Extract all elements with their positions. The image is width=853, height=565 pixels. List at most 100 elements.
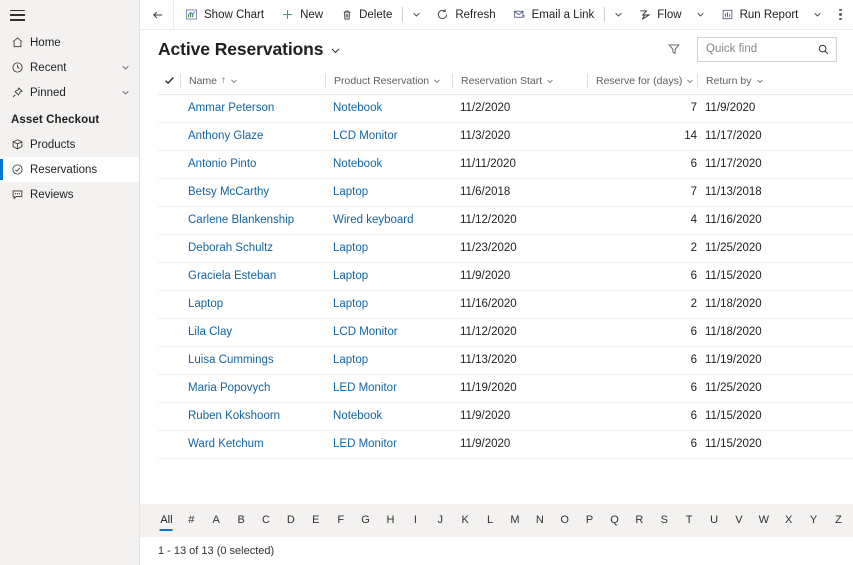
cell-product-reservation[interactable]: Laptop xyxy=(325,234,452,263)
table-row[interactable]: Ammar Peterson Notebook 11/2/2020 7 11/9/202… xyxy=(158,94,853,123)
email-a-link-button[interactable]: Email a Link xyxy=(504,0,603,29)
row-select-cell[interactable] xyxy=(158,290,180,319)
column-header-reserve-for-days[interactable]: Reserve for (days) xyxy=(587,68,697,95)
alpha-filter-c[interactable]: C xyxy=(254,513,279,528)
table-row[interactable]: Anthony Glaze LCD Monitor 11/3/2020 14 11/17… xyxy=(158,122,853,151)
row-select-cell[interactable] xyxy=(158,374,180,403)
cell-name-link[interactable]: Maria Popovych xyxy=(188,382,270,394)
cell-name[interactable]: Laptop xyxy=(180,290,325,319)
alpha-filter-a[interactable]: A xyxy=(204,513,229,528)
sidebar-item-reservations[interactable]: Reservations xyxy=(0,157,139,182)
filter-button[interactable] xyxy=(661,36,687,62)
cell-name-link[interactable]: Betsy McCarthy xyxy=(188,186,269,198)
table-row[interactable]: Luisa Cummings Laptop 11/13/2020 6 11/19/202… xyxy=(158,346,853,375)
alpha-filter-e[interactable]: E xyxy=(303,513,328,528)
column-header-product-reservation[interactable]: Product Reservation xyxy=(325,68,452,95)
cell-product-reservation-link[interactable]: Laptop xyxy=(333,354,368,366)
cell-product-reservation-link[interactable]: Laptop xyxy=(333,242,368,254)
cell-name-link[interactable]: Deborah Schultz xyxy=(188,242,273,254)
chevron-down-icon[interactable] xyxy=(119,63,131,72)
row-select-cell[interactable] xyxy=(158,318,180,347)
alpha-filter-s[interactable]: S xyxy=(652,513,677,528)
alpha-filter-v[interactable]: V xyxy=(726,513,751,528)
cell-product-reservation-link[interactable]: LED Monitor xyxy=(333,382,397,394)
table-row[interactable]: Betsy McCarthy Laptop 11/6/2018 7 11/13/2018 xyxy=(158,178,853,207)
table-row[interactable]: Ruben Kokshoorn Notebook 11/9/2020 6 11/15/2… xyxy=(158,402,853,431)
alpha-filter-d[interactable]: D xyxy=(278,513,303,528)
cell-product-reservation[interactable]: Laptop xyxy=(325,346,452,375)
column-header-return-by[interactable]: Return by xyxy=(697,68,853,95)
table-row[interactable]: Lila Clay LCD Monitor 11/12/2020 6 11/18/202… xyxy=(158,318,853,347)
cell-name[interactable]: Anthony Glaze xyxy=(180,122,325,151)
delete-dropdown-chevron[interactable] xyxy=(405,0,427,29)
cell-name[interactable]: Ruben Kokshoorn xyxy=(180,402,325,431)
cell-product-reservation-link[interactable]: Laptop xyxy=(333,186,368,198)
sidebar-item-home[interactable]: Home xyxy=(0,30,139,55)
cell-product-reservation[interactable]: Laptop xyxy=(325,290,452,319)
cell-product-reservation[interactable]: Laptop xyxy=(325,178,452,207)
chevron-down-icon[interactable] xyxy=(230,77,238,85)
cell-name[interactable]: Lila Clay xyxy=(180,318,325,347)
row-select-cell[interactable] xyxy=(158,430,180,459)
column-header-reservation-start[interactable]: Reservation Start xyxy=(452,68,587,95)
column-header-name[interactable]: Name ↑ xyxy=(180,68,325,95)
cell-name-link[interactable]: Lila Clay xyxy=(188,326,232,338)
cell-name[interactable]: Ammar Peterson xyxy=(180,94,325,123)
cell-name-link[interactable]: Graciela Esteban xyxy=(188,270,276,282)
cell-product-reservation[interactable]: Notebook xyxy=(325,150,452,179)
alpha-filter-g[interactable]: G xyxy=(353,513,378,528)
flow-dropdown-chevron[interactable] xyxy=(690,0,712,29)
table-row[interactable]: Carlene Blankenship Wired keyboard 11/12/2… xyxy=(158,206,853,235)
cell-name[interactable]: Antonio Pinto xyxy=(180,150,325,179)
back-button[interactable] xyxy=(142,0,174,29)
row-select-cell[interactable] xyxy=(158,150,180,179)
quick-find[interactable] xyxy=(697,36,837,62)
sidebar-item-pinned[interactable]: Pinned xyxy=(0,80,139,105)
alpha-filter-k[interactable]: K xyxy=(453,513,478,528)
row-select-cell[interactable] xyxy=(158,122,180,151)
cell-name[interactable]: Deborah Schultz xyxy=(180,234,325,263)
alpha-filter-r[interactable]: R xyxy=(627,513,652,528)
chevron-down-icon[interactable] xyxy=(686,77,694,85)
alpha-filter-i[interactable]: I xyxy=(403,513,428,528)
cell-product-reservation-link[interactable]: LCD Monitor xyxy=(333,326,398,338)
cell-name-link[interactable]: Anthony Glaze xyxy=(188,130,263,142)
table-row[interactable]: Graciela Esteban Laptop 11/9/2020 6 11/15/20… xyxy=(158,262,853,291)
alpha-filter-b[interactable]: B xyxy=(229,513,254,528)
alpha-filter-z[interactable]: Z xyxy=(826,513,851,528)
cell-name-link[interactable]: Ward Ketchum xyxy=(188,438,264,450)
alpha-filter-f[interactable]: F xyxy=(328,513,353,528)
cell-product-reservation-link[interactable]: LED Monitor xyxy=(333,438,397,450)
alpha-filter-m[interactable]: M xyxy=(502,513,527,528)
cell-name-link[interactable]: Ruben Kokshoorn xyxy=(188,410,280,422)
table-row[interactable]: Maria Popovych LED Monitor 11/19/2020 6 11/2… xyxy=(158,374,853,403)
alpha-filter-l[interactable]: L xyxy=(478,513,503,528)
run-report-button[interactable]: Run Report xyxy=(712,0,807,29)
alpha-filter-x[interactable]: X xyxy=(776,513,801,528)
search-input[interactable] xyxy=(706,43,817,55)
cell-product-reservation[interactable]: LED Monitor xyxy=(325,430,452,459)
cell-product-reservation[interactable]: LCD Monitor xyxy=(325,318,452,347)
row-select-cell[interactable] xyxy=(158,262,180,291)
sidebar-item-reviews[interactable]: Reviews xyxy=(0,182,139,207)
alpha-filter-o[interactable]: O xyxy=(552,513,577,528)
cell-product-reservation[interactable]: LCD Monitor xyxy=(325,122,452,151)
email-dropdown-chevron[interactable] xyxy=(607,0,629,29)
alpha-filter-hash[interactable]: # xyxy=(179,513,204,528)
flow-button[interactable]: Flow xyxy=(629,0,689,29)
cell-name[interactable]: Carlene Blankenship xyxy=(180,206,325,235)
view-selector[interactable]: Active Reservations xyxy=(158,39,341,60)
alpha-filter-all[interactable]: All xyxy=(154,513,179,528)
table-row[interactable]: Antonio Pinto Notebook 11/11/2020 6 11/17/20… xyxy=(158,150,853,179)
cell-product-reservation[interactable]: Wired keyboard xyxy=(325,206,452,235)
alpha-filter-y[interactable]: Y xyxy=(801,513,826,528)
alpha-filter-u[interactable]: U xyxy=(702,513,727,528)
table-row[interactable]: Laptop Laptop 11/16/2020 2 11/18/2020 xyxy=(158,290,853,319)
sidebar-item-products[interactable]: Products xyxy=(0,132,139,157)
cell-name[interactable]: Maria Popovych xyxy=(180,374,325,403)
chevron-down-icon[interactable] xyxy=(119,88,131,97)
sidebar-item-recent[interactable]: Recent xyxy=(0,55,139,80)
row-select-cell[interactable] xyxy=(158,178,180,207)
chevron-down-icon[interactable] xyxy=(330,45,341,56)
cell-name[interactable]: Graciela Esteban xyxy=(180,262,325,291)
